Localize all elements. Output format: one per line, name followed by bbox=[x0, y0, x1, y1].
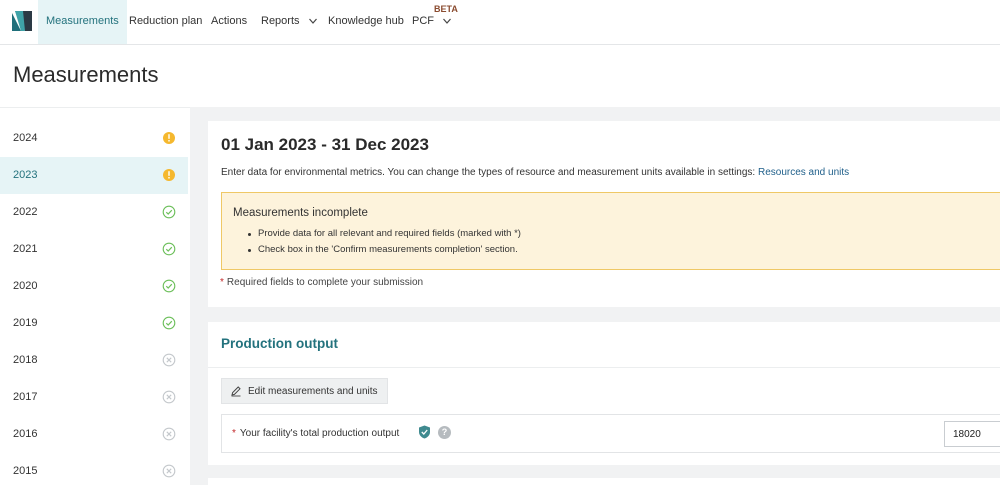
period-overview-card: 01 Jan 2023 - 31 Dec 2023 Enter data for… bbox=[208, 121, 1000, 307]
required-asterisk: * bbox=[232, 428, 236, 439]
check-circle-icon bbox=[162, 316, 176, 330]
chevron-down-icon bbox=[443, 18, 452, 25]
nav-reports[interactable]: Reports bbox=[261, 0, 318, 44]
x-circle-icon bbox=[162, 353, 176, 367]
year-sidebar: 2024 2023 2022 2021 2020 2019 2018 2017 … bbox=[0, 107, 190, 485]
year-label: 2021 bbox=[13, 243, 38, 255]
shield-check-icon bbox=[419, 425, 430, 439]
year-label: 2015 bbox=[13, 465, 38, 477]
production-output-card: Production output Edit measurements and … bbox=[208, 322, 1000, 465]
incomplete-warning-banner: Measurements incomplete Provide data for… bbox=[221, 192, 1000, 270]
warning-item: Check box in the 'Confirm measurements c… bbox=[248, 244, 521, 255]
year-label: 2020 bbox=[13, 280, 38, 292]
pencil-icon bbox=[231, 386, 241, 397]
year-label: 2023 bbox=[13, 169, 38, 181]
year-item-2018[interactable]: 2018 bbox=[0, 342, 188, 379]
required-asterisk: * bbox=[220, 277, 224, 288]
year-label: 2017 bbox=[13, 391, 38, 403]
field-label: * Your facility's total production output bbox=[232, 428, 399, 439]
year-item-2017[interactable]: 2017 bbox=[0, 379, 188, 416]
nav-reports-label: Reports bbox=[261, 15, 300, 27]
year-item-2022[interactable]: 2022 bbox=[0, 194, 188, 231]
year-label: 2019 bbox=[13, 317, 38, 329]
top-navigation: Measurements Reduction plan Actions Repo… bbox=[0, 0, 1000, 45]
year-item-2023[interactable]: 2023 bbox=[0, 157, 188, 194]
x-circle-icon bbox=[162, 464, 176, 478]
period-title: 01 Jan 2023 - 31 Dec 2023 bbox=[221, 135, 429, 154]
nav-measurements[interactable]: Measurements bbox=[38, 0, 127, 44]
divider bbox=[208, 367, 1000, 368]
logo[interactable] bbox=[12, 11, 32, 31]
nav-reduction-plan[interactable]: Reduction plan bbox=[129, 0, 202, 44]
intro-text: Enter data for environmental metrics. Yo… bbox=[221, 167, 849, 178]
nav-knowledge-hub[interactable]: Knowledge hub bbox=[328, 0, 404, 44]
warning-item: Provide data for all relevant and requir… bbox=[248, 228, 521, 239]
check-circle-icon bbox=[162, 279, 176, 293]
nav-actions[interactable]: Actions bbox=[211, 0, 247, 44]
resources-units-link[interactable]: Resources and units bbox=[758, 167, 849, 178]
nav-pcf-label: PCF bbox=[412, 15, 434, 27]
warning-title: Measurements incomplete bbox=[233, 207, 368, 219]
field-label-text: Your facility's total production output bbox=[239, 428, 400, 439]
x-circle-icon bbox=[162, 427, 176, 441]
year-item-2019[interactable]: 2019 bbox=[0, 305, 188, 342]
edit-measurements-button[interactable]: Edit measurements and units bbox=[221, 378, 388, 404]
production-output-field-row: * Your facility's total production output… bbox=[221, 414, 1000, 453]
next-section-card bbox=[208, 478, 1000, 488]
warning-icon bbox=[163, 132, 175, 144]
beta-badge: BETA bbox=[434, 4, 458, 14]
year-item-2020[interactable]: 2020 bbox=[0, 268, 188, 305]
intro-description: Enter data for environmental metrics. Yo… bbox=[221, 167, 756, 178]
year-item-2016[interactable]: 2016 bbox=[0, 416, 188, 453]
year-item-2015[interactable]: 2015 bbox=[0, 453, 188, 490]
x-circle-icon bbox=[162, 390, 176, 404]
edit-button-label: Edit measurements and units bbox=[248, 386, 378, 397]
year-label: 2018 bbox=[13, 354, 38, 366]
warning-icon bbox=[163, 169, 175, 181]
year-label: 2024 bbox=[13, 132, 38, 144]
check-circle-icon bbox=[162, 205, 176, 219]
year-label: 2016 bbox=[13, 428, 38, 440]
page-title: Measurements bbox=[13, 62, 159, 87]
help-icon[interactable]: ? bbox=[438, 426, 451, 439]
year-label: 2022 bbox=[13, 206, 38, 218]
production-output-input[interactable] bbox=[944, 421, 1000, 447]
section-title: Production output bbox=[221, 336, 338, 351]
warning-list: Provide data for all relevant and requir… bbox=[248, 228, 521, 260]
check-circle-icon bbox=[162, 242, 176, 256]
required-fields-note: * Required fields to complete your submis… bbox=[220, 277, 423, 288]
year-item-2021[interactable]: 2021 bbox=[0, 231, 188, 268]
chevron-down-icon bbox=[308, 18, 317, 25]
year-item-2024[interactable]: 2024 bbox=[0, 120, 188, 157]
required-note-text: Required fields to complete your submiss… bbox=[226, 277, 424, 288]
